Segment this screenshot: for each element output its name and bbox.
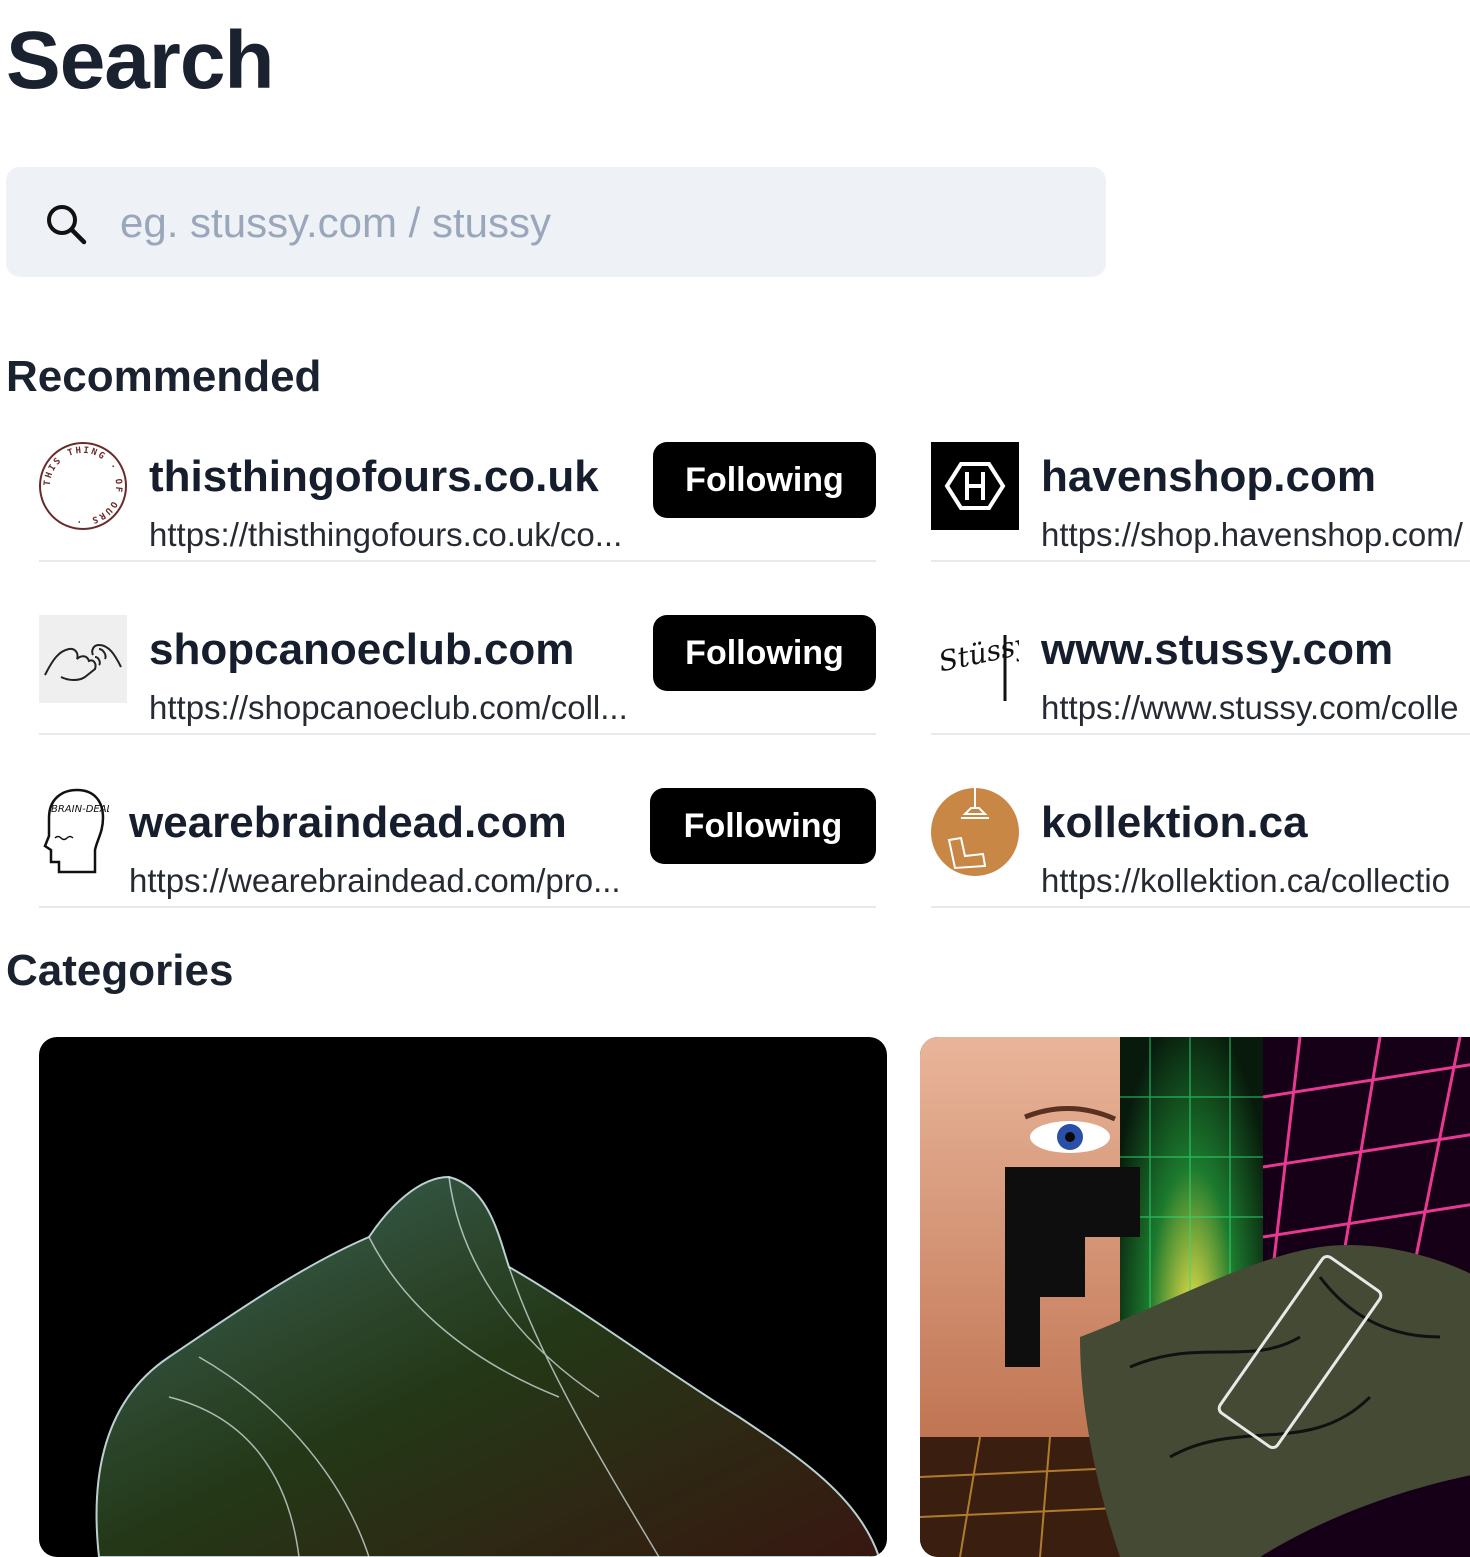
store-row-stussy[interactable]: Stüssy www.stussy.com https://www.stussy… bbox=[931, 615, 1470, 735]
store-row-havenshop[interactable]: havenshop.com https://shop.havenshop.com… bbox=[931, 442, 1470, 562]
store-row-shopcanoeclub[interactable]: shopcanoeclub.com https://shopcanoeclub.… bbox=[39, 615, 876, 735]
category-card-collage[interactable] bbox=[920, 1037, 1470, 1557]
store-url: https://kollektion.ca/collectio bbox=[1041, 862, 1451, 899]
stussy-logo: Stüssy bbox=[931, 615, 1019, 703]
recommended-title: Recommended bbox=[6, 352, 322, 401]
braindead-head-logo: BRAIN-DEAD)) bbox=[43, 788, 109, 874]
search-icon bbox=[47, 205, 87, 245]
store-domain[interactable]: kollektion.ca bbox=[1041, 798, 1308, 848]
canoeclub-hands-logo bbox=[39, 615, 127, 703]
store-url: https://wearebraindead.com/pro... bbox=[129, 862, 621, 899]
store-row-kollektion[interactable]: kollektion.ca https://kollektion.ca/coll… bbox=[931, 788, 1470, 908]
store-domain[interactable]: wearebraindead.com bbox=[129, 798, 567, 848]
store-domain[interactable]: thisthingofours.co.uk bbox=[149, 452, 599, 502]
page-title: Search bbox=[6, 15, 275, 106]
following-button[interactable]: Following bbox=[650, 788, 876, 864]
search-bar[interactable] bbox=[6, 167, 1106, 277]
store-row-thisthingofours[interactable]: THIS THING · OF OURS · thisthingofours.c… bbox=[39, 442, 876, 562]
store-row-braindead[interactable]: BRAIN-DEAD)) wearebraindead.com https://… bbox=[39, 788, 876, 908]
kollektion-lamp-logo bbox=[931, 788, 1019, 876]
search-input[interactable] bbox=[118, 193, 1082, 253]
store-domain[interactable]: www.stussy.com bbox=[1041, 625, 1393, 675]
following-button[interactable]: Following bbox=[653, 615, 876, 691]
store-url: https://www.stussy.com/colle bbox=[1041, 689, 1459, 726]
categories-title: Categories bbox=[6, 946, 234, 995]
following-button[interactable]: Following bbox=[653, 442, 876, 518]
thisthingofours-logo: THIS THING · OF OURS · bbox=[39, 442, 127, 530]
wireframe-jacket-image bbox=[95, 1175, 881, 1557]
category-card-wireframe-jacket[interactable] bbox=[39, 1037, 887, 1557]
store-domain[interactable]: havenshop.com bbox=[1041, 452, 1376, 502]
store-url: https://shop.havenshop.com/ bbox=[1041, 516, 1463, 553]
store-url: https://thisthingofours.co.uk/co... bbox=[149, 516, 623, 553]
collage-image bbox=[920, 1037, 1470, 1557]
svg-text:BRAIN-DEAD)): BRAIN-DEAD)) bbox=[51, 804, 109, 815]
store-domain[interactable]: shopcanoeclub.com bbox=[149, 625, 574, 675]
store-url: https://shopcanoeclub.com/coll... bbox=[149, 689, 628, 726]
havenshop-logo bbox=[931, 442, 1019, 530]
